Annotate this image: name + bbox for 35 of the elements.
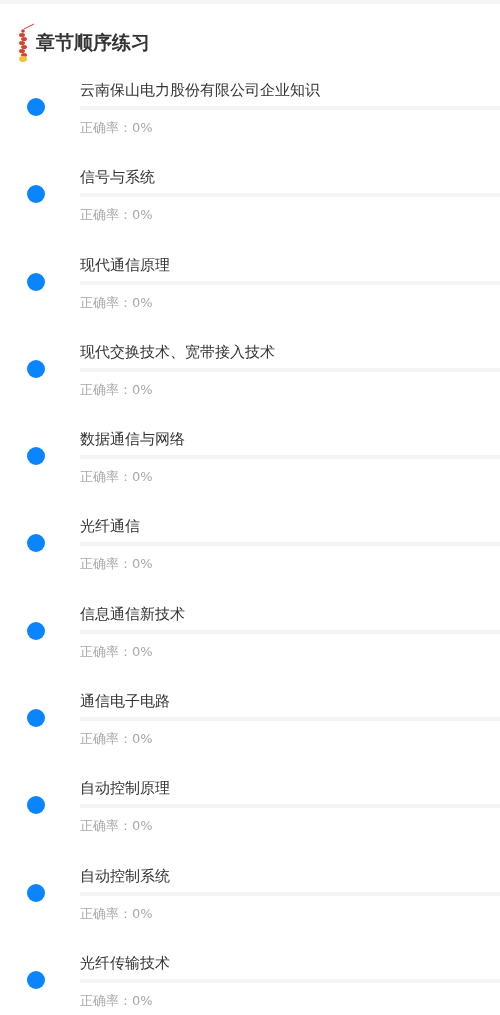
accuracy-text: 正确率：0% (80, 380, 154, 399)
accuracy-text: 正确率：0% (80, 991, 154, 1010)
bullet-dot (27, 883, 45, 902)
accuracy-text: 正确率：0% (80, 904, 154, 923)
accuracy-text: 正确率：0% (80, 293, 154, 312)
bullet-dot (27, 534, 45, 553)
section-title: 章节顺序练习 (36, 30, 150, 55)
chapter-title[interactable]: 信息通信新技术 (80, 601, 500, 626)
chapter-title[interactable]: 数据通信与网络 (80, 427, 500, 452)
bullet-dot (27, 272, 45, 291)
chapter-title[interactable]: 云南保山电力股份有限公司企业知识 (80, 78, 500, 102)
accuracy-text: 正确率：0% (80, 817, 154, 836)
bullet-dot (27, 621, 45, 640)
accuracy-text: 正确率：0% (80, 730, 154, 749)
chapter-title[interactable]: 自动控制原理 (80, 776, 500, 801)
firecracker-icon (16, 23, 34, 63)
accuracy-text: 正确率：0% (80, 555, 154, 574)
bullet-dot (27, 709, 45, 728)
accuracy-text: 正确率：0% (80, 642, 154, 661)
accuracy-text: 正确率：0% (80, 206, 154, 225)
chapter-title[interactable]: 光纤通信 (80, 514, 500, 539)
chapter-title[interactable]: 自动控制系统 (80, 863, 500, 888)
chapter-title[interactable]: 现代通信原理 (80, 252, 500, 277)
chapter-title[interactable]: 通信电子电路 (80, 689, 500, 714)
chapter-title[interactable]: 现代交换技术、宽带接入技术 (80, 339, 500, 364)
bullet-dot (27, 447, 45, 466)
accuracy-text: 正确率：0% (80, 119, 154, 137)
bullet-dot (27, 970, 45, 989)
chapter-title[interactable]: 信号与系统 (80, 165, 500, 190)
chapter-title[interactable]: 光纤传输技术 (80, 950, 500, 975)
bullet-dot (27, 796, 45, 815)
bullet-dot (27, 359, 45, 378)
bullet-dot (27, 98, 45, 116)
accuracy-text: 正确率：0% (80, 468, 154, 487)
bullet-dot (27, 185, 45, 204)
